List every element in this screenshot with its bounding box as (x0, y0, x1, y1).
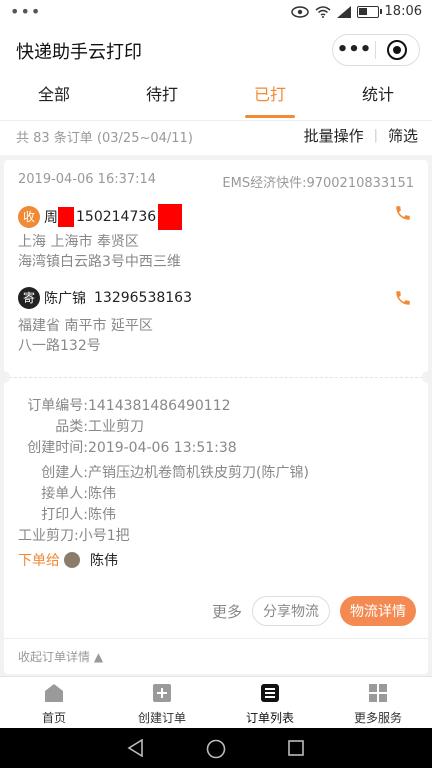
share-logistics-button[interactable]: 分享物流 (252, 596, 330, 626)
tabbar-home-label: 首页 (41, 711, 66, 725)
avatar (64, 552, 80, 568)
tab-statistics[interactable]: 统计 (324, 74, 432, 120)
created-time-label: 创建时间: (27, 440, 88, 456)
status-time: 18:06 (384, 4, 422, 19)
sender-address-line1: 上海 上海市 奉贤区 (18, 234, 139, 250)
express-number: EMS经济快件:9700210833151 (222, 176, 414, 191)
home-icon (45, 684, 63, 702)
category-row: 品类:工业剪刀 (18, 417, 309, 438)
order-date: 2019-04-06 16:37:14 (18, 172, 157, 187)
target-icon (387, 40, 407, 60)
sender-name: 周 (44, 210, 58, 226)
list-icon (261, 684, 279, 702)
category-label: 品类: (55, 419, 88, 435)
printer-row: 打印人:陈伟 (18, 505, 309, 526)
order-details: 订单编号:1414381486490112 品类:工业剪刀 创建时间:2019-… (18, 396, 309, 547)
printer-value: 陈伟 (88, 507, 116, 523)
add-icon (153, 684, 171, 702)
order-actions: 更多 分享物流 物流详情 (212, 596, 416, 626)
tab-all[interactable]: 全部 (0, 74, 108, 120)
receiver-name: 陈广锦 (44, 291, 86, 307)
battery-icon (356, 5, 382, 18)
redaction-mark (58, 207, 74, 227)
receiver-staff-row: 接单人:陈伟 (18, 484, 309, 505)
order-number-label: 订单编号: (27, 398, 88, 414)
collapse-details-row[interactable]: 收起订单详情 ▲ (4, 638, 428, 673)
assignee-name: 陈伟 (90, 553, 118, 569)
receiver-staff-label: 接单人: (41, 486, 88, 502)
assigned-to-label: 下单给 (18, 553, 60, 569)
tab-printed[interactable]: 已打 (216, 74, 324, 120)
status-bar: ••• 18:06 (0, 0, 432, 26)
phone-icon[interactable] (394, 204, 412, 222)
sender-row: 收 周 150214736 (18, 204, 183, 230)
tabbar-order-list-label: 订单列表 (245, 711, 294, 725)
signal-icon (336, 5, 351, 18)
tabbar-more-services-label: 更多服务 (353, 711, 402, 725)
receiver-address-line2: 八一路132号 (18, 338, 101, 354)
tabbar-create-order[interactable]: 创建订单 (108, 677, 216, 729)
redaction-mark (158, 204, 183, 230)
receiver-address: 福建省 南平市 延平区 八一路132号 (18, 316, 153, 356)
bottom-tab-bar: 首页 创建订单 订单列表 更多服务 (0, 676, 432, 729)
printer-label: 打印人: (41, 507, 88, 523)
assigned-to-row: 下单给 陈伟 (18, 550, 118, 570)
collapse-details-button[interactable]: 收起订单详情 ▲ (18, 648, 103, 665)
system-nav-bar (0, 728, 432, 768)
receive-badge: 收 (18, 206, 40, 228)
filter-button[interactable]: 筛选 (388, 125, 418, 146)
home-nav-icon[interactable] (206, 739, 226, 759)
order-card[interactable]: 2019-04-06 16:37:14 EMS经济快件:970021083315… (0, 160, 432, 674)
creator-value: 产销压边机卷筒机铁皮剪刀(陈广锦) (88, 465, 309, 481)
order-number-row: 订单编号:1414381486490112 (18, 396, 309, 417)
order-number: 1414381486490112 (88, 398, 231, 414)
status-dots: ••• (10, 2, 42, 21)
receiver-address-line1: 福建省 南平市 延平区 (18, 318, 153, 334)
grid-icon (369, 684, 387, 702)
item-row: 工业剪刀:小号1把 (18, 528, 130, 544)
tabbar-create-order-label: 创建订单 (137, 711, 186, 725)
order-tabs: 全部 待打 已打 统计 (0, 74, 432, 120)
mini-program-capsule: ••• (332, 34, 420, 66)
logistics-detail-button[interactable]: 物流详情 (340, 596, 416, 626)
list-actions: 批量操作 | 筛选 (304, 125, 418, 146)
creator-label: 创建人: (41, 465, 88, 481)
creator-row: 创建人:产销压边机卷筒机铁皮剪刀(陈广锦) (18, 463, 309, 484)
tabbar-more-services[interactable]: 更多服务 (324, 677, 432, 729)
batch-operation-button[interactable]: 批量操作 (304, 125, 364, 146)
receiver-staff: 陈伟 (88, 486, 116, 502)
category-value: 工业剪刀 (88, 419, 144, 435)
receiver-phone: 13296538163 (94, 290, 192, 306)
send-badge: 寄 (18, 287, 40, 309)
title-bar: 快递助手云打印 ••• (0, 26, 432, 74)
eye-icon (290, 5, 309, 18)
sender-address-line2: 海湾镇白云路3号中西三维 (18, 254, 181, 270)
phone-icon[interactable] (394, 289, 412, 307)
more-button[interactable]: 更多 (212, 601, 242, 622)
action-divider: | (373, 128, 378, 143)
status-icons: 18:06 (290, 4, 422, 19)
created-time: 2019-04-06 13:51:38 (88, 440, 237, 456)
receiver-row: 寄 陈广锦 13296538163 (18, 287, 192, 309)
tab-pending[interactable]: 待打 (108, 74, 216, 120)
sender-phone: 150214736 (76, 209, 157, 225)
dashed-divider (4, 377, 428, 378)
sender-address: 上海 上海市 奉贤区 海湾镇白云路3号中西三维 (18, 232, 181, 272)
card-notch-left (0, 371, 10, 383)
wifi-icon (315, 5, 331, 18)
more-options-button[interactable]: ••• (333, 35, 375, 65)
created-time-row: 创建时间:2019-04-06 13:51:38 (18, 438, 309, 459)
back-icon[interactable] (127, 739, 145, 757)
close-button[interactable] (376, 40, 418, 60)
page-title: 快递助手云打印 (16, 42, 142, 63)
order-summary-bar: 共 83 条订单 (03/25~04/11) 批量操作 | 筛选 (0, 120, 432, 155)
tabbar-order-list[interactable]: 订单列表 (216, 677, 324, 729)
card-notch-right (422, 371, 432, 383)
tabbar-home[interactable]: 首页 (0, 677, 108, 729)
recents-icon[interactable] (288, 740, 304, 756)
order-count: 共 83 条订单 (03/25~04/11) (16, 131, 193, 146)
